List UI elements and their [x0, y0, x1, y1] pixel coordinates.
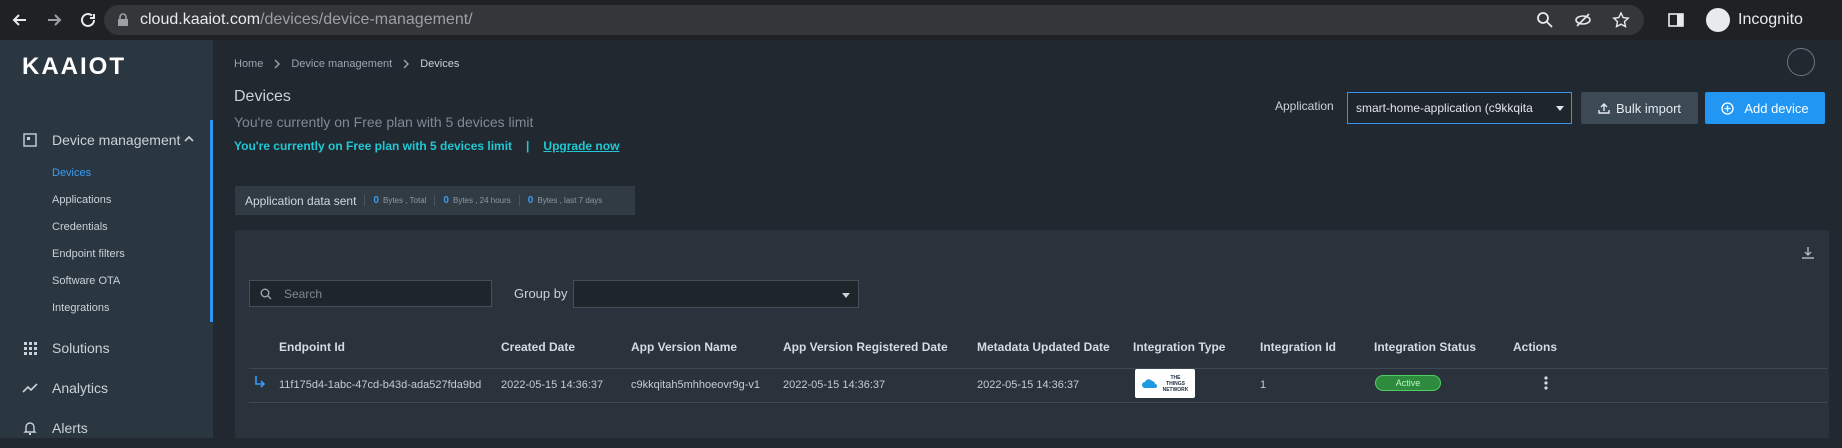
- breadcrumb-devices: Devices: [420, 58, 460, 70]
- sidebar-subitem-devices[interactable]: Devices: [0, 160, 210, 187]
- header-app-version-registered-date[interactable]: App Version Registered Date: [783, 340, 948, 354]
- dropdown-caret-icon: [1556, 106, 1564, 111]
- main-content: Home Device management Devices Devices Y…: [213, 40, 1842, 438]
- back-icon[interactable]: [6, 6, 34, 34]
- cell-metadata-updated-date: 2022-05-15 14:36:37: [977, 379, 1080, 391]
- upload-icon: [1598, 103, 1610, 114]
- bulk-import-button[interactable]: Bulk import: [1581, 92, 1698, 124]
- chevron-right-icon: [403, 59, 410, 69]
- page-title: Devices: [234, 88, 291, 105]
- bell-icon: [23, 422, 37, 435]
- application-select[interactable]: smart-home-application (c9kkqita: [1347, 92, 1572, 124]
- eye-off-icon[interactable]: [1574, 11, 1592, 29]
- sidebar-item-alerts[interactable]: Alerts: [0, 408, 213, 448]
- chevron-up-icon[interactable]: [184, 134, 194, 144]
- sidebar: KAAIOT Device management Devices Applica…: [0, 40, 213, 438]
- cell-created-date: 2022-05-15 14:36:37: [501, 379, 604, 391]
- header-integration-status[interactable]: Integration Status: [1374, 340, 1476, 354]
- zoom-icon[interactable]: [1536, 11, 1554, 29]
- sidebar-subitem-integrations[interactable]: Integrations: [0, 295, 210, 322]
- cell-app-version-registered-date: 2022-05-15 14:36:37: [783, 379, 886, 391]
- add-device-button[interactable]: Add device: [1705, 92, 1825, 124]
- stats-label: Application data sent: [245, 193, 357, 208]
- download-icon[interactable]: [1801, 246, 1815, 260]
- breadcrumb: Home Device management Devices: [234, 58, 459, 70]
- header-metadata-updated-date[interactable]: Metadata Updated Date: [977, 340, 1110, 354]
- sidebar-item-label: Solutions: [52, 340, 110, 356]
- chevron-right-icon: [274, 59, 281, 69]
- expand-row-icon[interactable]: [253, 375, 267, 389]
- breadcrumb-home[interactable]: Home: [234, 58, 263, 70]
- lock-icon: [118, 13, 128, 26]
- devices-panel: Search Group by Endpoint Id Created Date…: [235, 230, 1829, 438]
- analytics-icon: [22, 383, 38, 393]
- device-icon: [23, 133, 37, 147]
- url-path: /devices/device-management/: [260, 11, 473, 28]
- table-divider: [249, 402, 1827, 403]
- sidebar-group-device-management: Device management Devices Applications C…: [0, 120, 213, 322]
- sidebar-item-label: Analytics: [52, 380, 109, 396]
- plan-subtitle: You're currently on Free plan with 5 dev…: [234, 114, 534, 130]
- forward-icon[interactable]: [40, 6, 68, 34]
- kaaiot-logo[interactable]: KAAIOT: [22, 53, 126, 81]
- plan-separator: |: [526, 139, 530, 153]
- stat-total: 0 Bytes , Total: [364, 195, 434, 206]
- cloud-icon: [1141, 378, 1157, 388]
- table-divider: [249, 368, 1827, 369]
- incognito-icon: [1706, 8, 1730, 32]
- header-integration-type[interactable]: Integration Type: [1133, 340, 1225, 354]
- stat-24h: 0 Bytes , 24 hours: [434, 195, 518, 206]
- header-integration-id[interactable]: Integration Id: [1260, 340, 1336, 354]
- sidebar-subitem-credentials[interactable]: Credentials: [0, 214, 210, 241]
- sidebar-subitem-applications[interactable]: Applications: [0, 187, 210, 214]
- sidebar-item-label: Alerts: [52, 420, 88, 436]
- sidebar-item-analytics[interactable]: Analytics: [0, 368, 213, 408]
- cell-app-version-name: c9kkqitah5mhhoeovr9g-v1: [631, 379, 761, 391]
- stat-7d: 0 Bytes , last 7 days: [518, 195, 610, 206]
- sidebar-subitem-software-ota[interactable]: Software OTA: [0, 268, 210, 295]
- more-actions-icon[interactable]: [1543, 375, 1549, 391]
- plus-circle-icon: [1721, 101, 1734, 115]
- grid-icon: [24, 342, 37, 355]
- search-icon: [260, 288, 272, 299]
- side-panel-icon[interactable]: [1668, 12, 1684, 28]
- sidebar-subitem-endpoint-filters[interactable]: Endpoint filters: [0, 241, 210, 268]
- header-actions: Actions: [1513, 340, 1558, 354]
- data-sent-stats: Application data sent 0 Bytes , Total 0 By…: [235, 186, 635, 215]
- cell-endpoint-id[interactable]: 11f175d4-1abc-47cd-b43d-ada527fda9bd: [279, 379, 481, 391]
- star-icon[interactable]: [1612, 11, 1630, 29]
- group-by-select[interactable]: [573, 280, 859, 308]
- user-avatar-icon[interactable]: [1787, 48, 1815, 76]
- browser-toolbar: cloud.kaaiot.com/devices/device-manageme…: [0, 0, 1842, 40]
- reload-icon[interactable]: [74, 6, 102, 34]
- sidebar-item-label: Device management: [52, 132, 181, 148]
- incognito-indicator[interactable]: Incognito: [1668, 8, 1803, 32]
- header-endpoint-id[interactable]: Endpoint Id: [279, 340, 345, 354]
- plan-notice: You're currently on Free plan with 5 dev…: [234, 139, 619, 153]
- upgrade-link[interactable]: Upgrade now: [543, 139, 619, 153]
- plan-notice-text: You're currently on Free plan with 5 dev…: [234, 139, 513, 153]
- header-app-version-name[interactable]: App Version Name: [631, 340, 737, 354]
- the-things-network-logo: THE THINGS NETWORK: [1135, 369, 1195, 398]
- dropdown-caret-icon: [842, 293, 850, 298]
- incognito-label: Incognito: [1738, 11, 1803, 28]
- sidebar-item-device-management[interactable]: Device management: [0, 120, 210, 160]
- header-created-date[interactable]: Created Date: [501, 340, 575, 354]
- cell-integration-id: 1: [1260, 379, 1267, 391]
- breadcrumb-device-management[interactable]: Device management: [291, 58, 392, 70]
- url-domain: cloud.kaaiot.com: [140, 11, 261, 28]
- group-by-label: Group by: [514, 286, 568, 301]
- sidebar-item-solutions[interactable]: Solutions: [0, 328, 213, 368]
- search-input[interactable]: Search: [249, 280, 492, 307]
- application-label: Application: [1275, 99, 1334, 113]
- address-bar[interactable]: cloud.kaaiot.com/devices/device-manageme…: [104, 5, 1644, 35]
- status-badge: Active: [1375, 375, 1441, 391]
